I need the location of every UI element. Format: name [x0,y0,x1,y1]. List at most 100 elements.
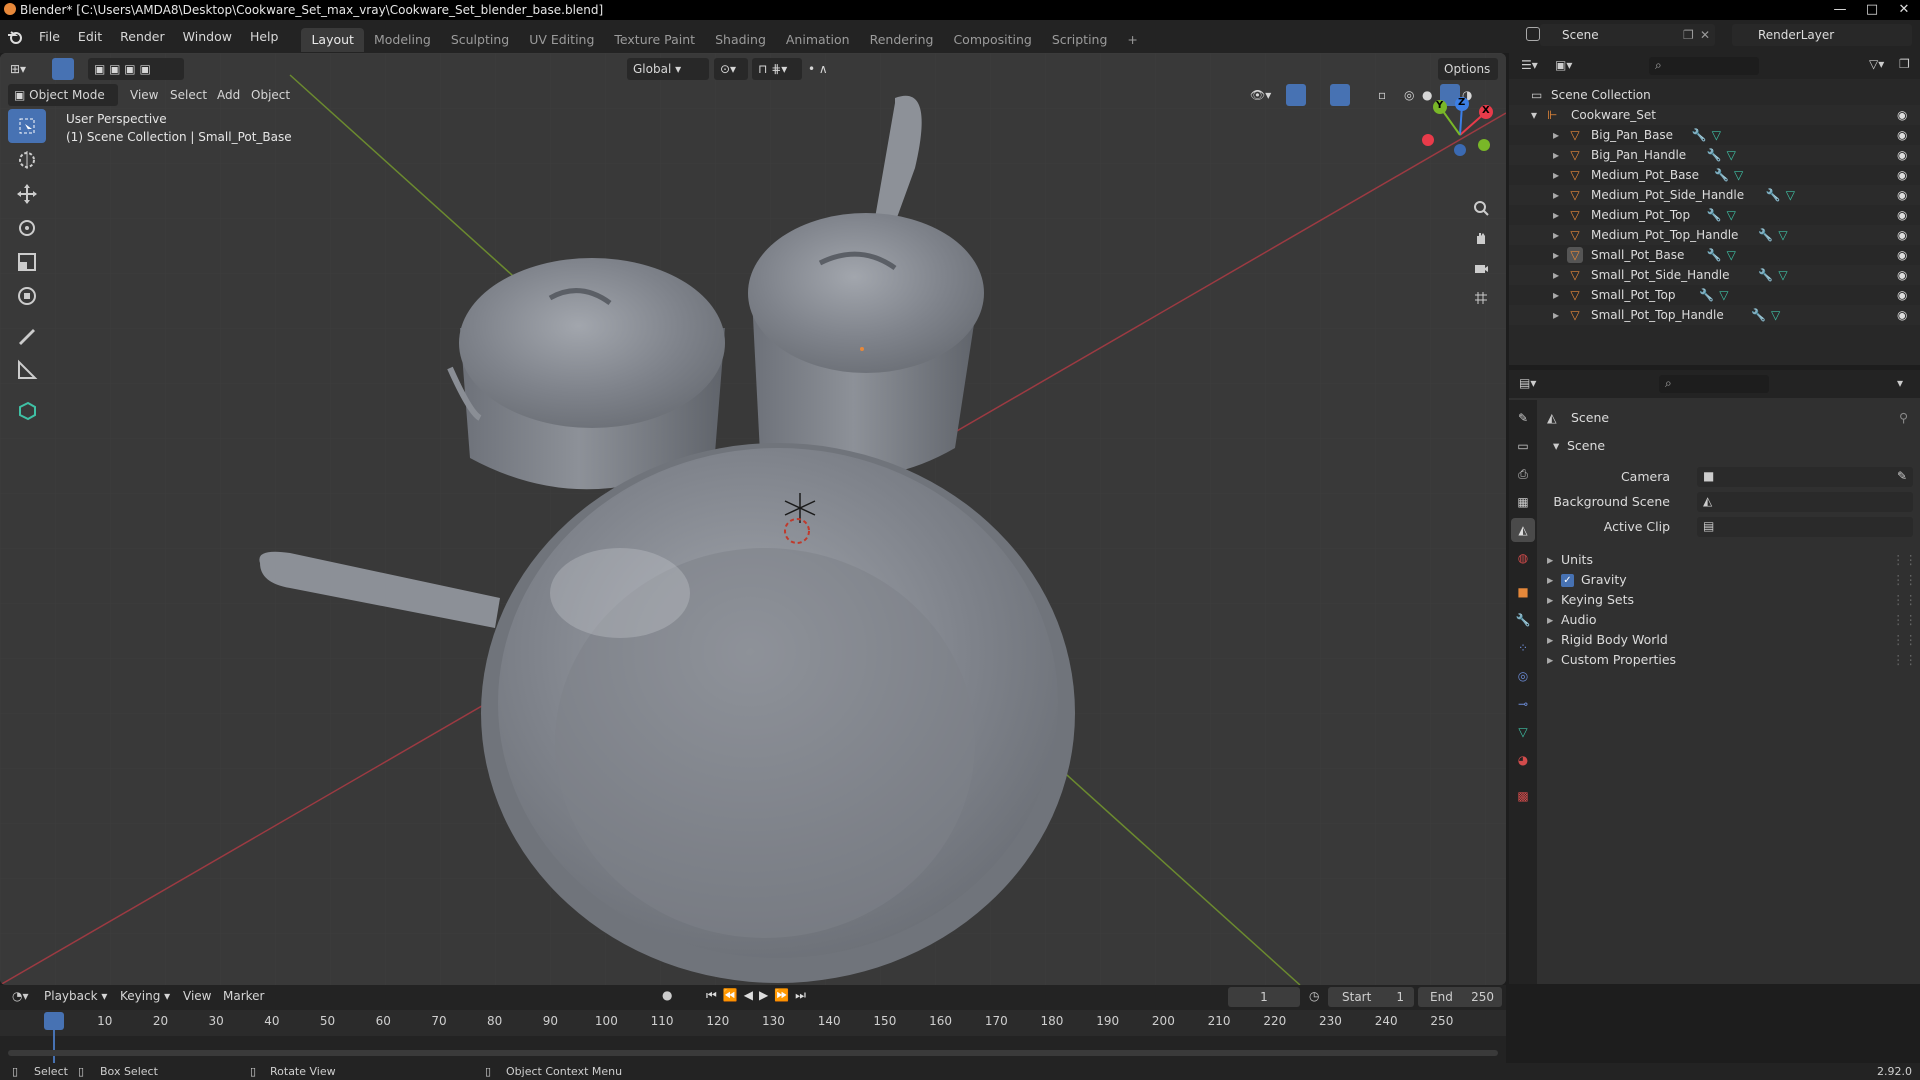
cursor-tool-icon[interactable] [8,143,46,177]
visibility-eye-icon[interactable]: ◉ [1897,265,1907,285]
expand-arrow-icon[interactable]: ▸ [1547,612,1553,627]
modifier-icon[interactable]: 🔧 [1692,125,1707,145]
output-tab-icon[interactable]: ⎙ [1511,462,1535,486]
view-layer-field[interactable]: RenderLayer [1732,24,1912,46]
tab-texture-paint[interactable]: Texture Paint [604,28,705,52]
properties-search-input[interactable]: ⌕ [1659,375,1769,393]
mesh-data-icon[interactable]: ▽ [1734,165,1743,185]
close-button[interactable]: ✕ [1888,0,1920,20]
mesh-data-icon[interactable]: ▽ [1771,305,1780,325]
outliner-object-row[interactable]: ▸ ▽ Medium_Pot_Base 🔧 ▽ ◉ [1509,165,1920,185]
tab-shading[interactable]: Shading [705,28,776,52]
annotate-tool-icon[interactable] [8,319,46,353]
particles-tab-icon[interactable]: ⁘ [1511,636,1535,660]
gizmo-toggle-icon[interactable] [1286,84,1306,106]
expand-arrow-icon[interactable]: ▸ [1553,225,1559,245]
tab-rendering[interactable]: Rendering [860,28,944,52]
new-scene-icon[interactable]: ❐ [1683,28,1694,42]
record-icon[interactable]: ● [662,988,672,1002]
modifier-icon[interactable]: 🔧 [1707,245,1722,265]
expand-arrow-icon[interactable]: ▸ [1553,285,1559,305]
navigation-gizmo[interactable]: X Z Y [1420,95,1500,175]
mesh-data-icon[interactable]: ▽ [1727,245,1736,265]
visibility-icon[interactable]: 👁▾ [1250,84,1280,106]
expand-arrow-icon[interactable]: ▸ [1547,592,1553,607]
scene-selector-icon[interactable] [1526,27,1540,41]
outliner-collection-row[interactable]: ▾ ⊩ Cookware_Set ◉ [1509,105,1920,125]
timeline-scrollbar[interactable] [8,1050,1498,1056]
tab-compositing[interactable]: Compositing [943,28,1041,52]
outliner-object-row[interactable]: ▸ ▽ Medium_Pot_Top 🔧 ▽ ◉ [1509,205,1920,225]
drag-handle-icon[interactable]: ⋮⋮ [1892,592,1917,607]
render-tab-icon[interactable]: ▭ [1511,434,1535,458]
visibility-eye-icon[interactable]: ◉ [1897,225,1907,245]
outliner-object-row[interactable]: ▸ ▽ Big_Pan_Handle 🔧 ▽ ◉ [1509,145,1920,165]
new-collection-icon[interactable]: ❐ [1899,57,1910,71]
mesh-data-icon[interactable]: ▽ [1712,125,1721,145]
visibility-eye-icon[interactable]: ◉ [1897,145,1907,165]
outliner-object-row[interactable]: ▸ ▽ Small_Pot_Top_Handle 🔧 ▽ ◉ [1509,305,1920,325]
modifier-icon[interactable]: 🔧 [1758,265,1773,285]
outliner-root[interactable]: ▭ Scene Collection [1509,85,1920,105]
mesh-data-icon[interactable]: ▽ [1719,285,1728,305]
modifier-icon[interactable]: 🔧 [1707,145,1722,165]
visibility-eye-icon[interactable]: ◉ [1897,305,1907,325]
viewport-menu-object[interactable]: Object [251,84,290,106]
expand-arrow-icon[interactable]: ▸ [1553,305,1559,325]
drag-handle-icon[interactable]: ⋮⋮ [1892,632,1917,647]
expand-arrow-icon[interactable]: ▾ [1531,105,1537,125]
scale-tool-icon[interactable] [8,245,46,279]
scene-panel-title[interactable]: Scene [1567,438,1605,453]
preview-range-icon[interactable]: ◷ [1309,989,1319,1003]
data-tab-icon[interactable]: ▽ [1511,720,1535,744]
selection-mode-icons[interactable]: ▣ ▣ ▣ ▣ [88,58,184,80]
outliner-object-row[interactable]: ▸ ▽ Medium_Pot_Side_Handle 🔧 ▽ ◉ [1509,185,1920,205]
modifier-icon[interactable]: 🔧 [1707,205,1722,225]
display-mode-icon[interactable]: ▣▾ [1555,58,1572,72]
drag-handle-icon[interactable]: ⋮⋮ [1892,572,1917,587]
3d-viewport[interactable]: ⊞▾ ▣ ▣ ▣ ▣ Global ▾ ⊙▾ ⊓ ⋕▾ • ∧ Options … [0,53,1506,985]
properties-options-icon[interactable]: ▾ [1897,376,1903,390]
physics-tab-icon[interactable]: ◎ [1511,664,1535,688]
expand-arrow-icon[interactable]: ▸ [1547,632,1553,647]
blender-menu-icon[interactable] [0,29,30,45]
viewport-menu-view[interactable]: View [130,84,158,106]
expand-arrow-icon[interactable]: ▸ [1553,145,1559,165]
outliner-search-input[interactable]: ⌕ [1649,57,1759,75]
rotate-tool-icon[interactable] [8,211,46,245]
menu-help[interactable]: Help [241,20,288,53]
maximize-button[interactable]: □ [1856,0,1888,20]
select-box-tool-icon[interactable] [8,109,46,143]
menu-render[interactable]: Render [111,20,174,53]
snap-icon[interactable]: ⊓ ⋕▾ [752,58,802,80]
modifier-tab-icon[interactable]: 🔧 [1511,608,1535,632]
transform-orientation[interactable]: Global ▾ [627,58,709,80]
ortho-grid-icon[interactable] [1467,284,1495,312]
menu-edit[interactable]: Edit [69,20,111,53]
material-tab-icon[interactable]: ◕ [1511,748,1535,772]
expand-arrow-icon[interactable]: ▸ [1553,205,1559,225]
drag-handle-icon[interactable]: ⋮⋮ [1892,612,1917,627]
tab-scripting[interactable]: Scripting [1042,28,1118,52]
expand-arrow-icon[interactable]: ▸ [1553,185,1559,205]
expand-arrow-icon[interactable]: ▸ [1553,245,1559,265]
keying-menu[interactable]: Keying ▾ [120,989,170,1003]
modifier-icon[interactable]: 🔧 [1766,185,1781,205]
texture-tab-icon[interactable]: ▩ [1511,784,1535,808]
expand-arrow-icon[interactable]: ▸ [1553,265,1559,285]
properties-editor-icon[interactable]: ▤▾ [1519,376,1536,390]
current-frame-field[interactable]: 1 [1228,987,1300,1007]
tab-sculpting[interactable]: Sculpting [441,28,519,52]
select-tool-icon[interactable] [52,58,74,80]
timeline-view-menu[interactable]: View [183,989,211,1003]
start-frame-field[interactable]: Start 1 [1328,987,1414,1007]
proportional-edit-icon[interactable]: • ∧ [808,58,848,80]
end-frame-field[interactable]: End 250 [1418,987,1502,1007]
expand-arrow-icon[interactable]: ▸ [1553,165,1559,185]
outliner-object-row[interactable]: ▸ ▽ Medium_Pot_Top_Handle 🔧 ▽ ◉ [1509,225,1920,245]
add-workspace-button[interactable]: + [1117,28,1147,52]
tab-animation[interactable]: Animation [776,28,860,52]
zoom-icon[interactable] [1467,194,1495,222]
tab-uv-editing[interactable]: UV Editing [519,28,604,52]
gravity-checkbox[interactable]: ✓ [1561,574,1574,587]
